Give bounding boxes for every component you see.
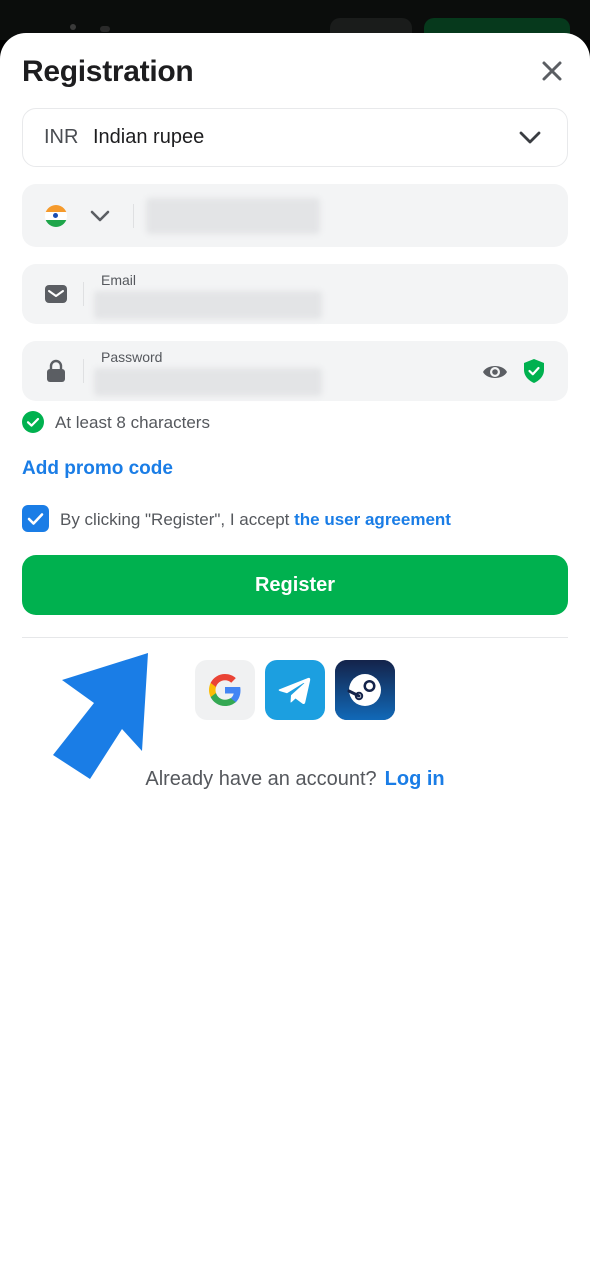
- currency-name: Indian rupee: [93, 126, 205, 148]
- steam-login-button[interactable]: [335, 660, 395, 720]
- divider: [22, 637, 568, 638]
- phone-field[interactable]: [22, 184, 568, 247]
- email-label: Email: [101, 272, 137, 288]
- divider: [83, 282, 84, 306]
- password-label: Password: [101, 349, 163, 365]
- chevron-down-icon: [519, 131, 541, 144]
- phone-input[interactable]: [146, 198, 320, 234]
- status-dot: [100, 26, 110, 32]
- add-promo-code-link[interactable]: Add promo code: [22, 458, 173, 480]
- agreement-prefix: By clicking "Register", I accept: [60, 510, 290, 529]
- user-agreement-row: By clicking "Register", I accept the use…: [22, 505, 568, 533]
- shield-check-icon: [524, 359, 544, 383]
- hint-text: At least 8 characters: [55, 413, 210, 432]
- register-button[interactable]: Register: [22, 555, 568, 615]
- login-question: Already have an account?: [145, 768, 377, 790]
- check-circle-icon: [22, 411, 44, 433]
- telegram-icon: [278, 677, 311, 705]
- agreement-text: By clicking "Register", I accept the use…: [60, 510, 451, 530]
- envelope-icon: [45, 285, 67, 303]
- registration-sheet: Registration INR Indian rupee Email Pass…: [0, 33, 590, 1280]
- currency-select[interactable]: INR Indian rupee: [22, 108, 568, 167]
- email-input[interactable]: [94, 291, 322, 319]
- divider: [83, 359, 84, 383]
- user-agreement-link[interactable]: the user agreement: [294, 510, 451, 529]
- google-icon: [209, 674, 241, 706]
- password-field[interactable]: Password: [22, 341, 568, 401]
- page-title: Registration: [22, 55, 194, 88]
- steam-icon: [335, 660, 395, 720]
- status-dot: [70, 24, 76, 30]
- chevron-down-icon[interactable]: [88, 204, 112, 228]
- pointer-arrow-icon: [53, 653, 148, 779]
- lock-icon: [47, 359, 65, 382]
- currency-code: INR: [44, 126, 79, 148]
- agreement-checkbox[interactable]: [22, 505, 49, 532]
- close-icon[interactable]: [536, 55, 568, 87]
- eye-icon[interactable]: [482, 359, 508, 385]
- telegram-login-button[interactable]: [265, 660, 325, 720]
- email-field[interactable]: Email: [22, 264, 568, 324]
- login-link[interactable]: Log in: [385, 768, 445, 790]
- google-login-button[interactable]: [195, 660, 255, 720]
- india-flag-icon[interactable]: [45, 205, 67, 227]
- divider: [133, 204, 134, 228]
- login-prompt: Already have an account? Log in: [0, 768, 590, 791]
- checkmark-icon: [27, 513, 44, 525]
- password-input[interactable]: [94, 368, 322, 396]
